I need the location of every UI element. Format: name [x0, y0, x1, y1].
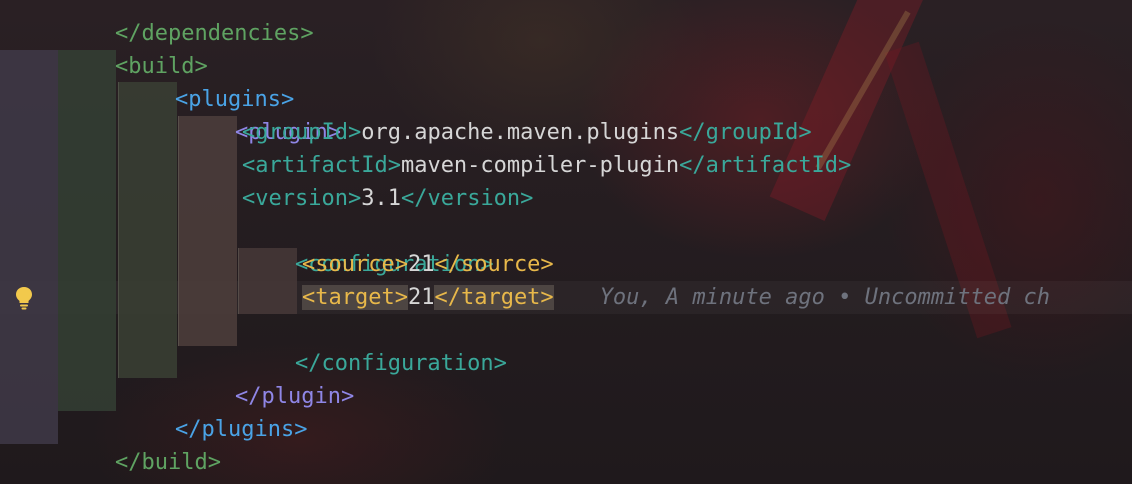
code-editor[interactable]: </dependencies> <build> <plugins> <plugi… — [0, 0, 1132, 484]
xml-tag: <source> — [302, 252, 408, 277]
background-art — [769, 0, 931, 221]
xml-value: maven-compiler-plugin — [400, 153, 680, 178]
xml-value: org.apache.maven.plugins — [361, 120, 680, 145]
code-line[interactable]: <build> — [62, 17, 208, 79]
xml-tag: </artifactId> — [679, 153, 852, 178]
code-line[interactable]: <groupId>org.apache.maven.plugins</group… — [242, 116, 812, 149]
xml-tag-matched: <target> — [302, 285, 408, 310]
code-line[interactable]: <source>21</source> — [302, 248, 554, 281]
code-line[interactable]: </build> — [62, 413, 221, 475]
xml-tag: <artifactId> — [242, 153, 401, 178]
xml-tag: <version> — [242, 186, 362, 211]
xml-tag: </groupId> — [679, 120, 812, 145]
background-art — [815, 10, 911, 170]
code-line[interactable]: <plugin> — [182, 83, 341, 145]
code-line[interactable]: </dependencies> — [62, 0, 314, 46]
xml-tag: </build> — [114, 450, 221, 475]
lightbulb-icon[interactable] — [12, 285, 36, 311]
code-line-current[interactable]: <target>21</target> You, A minute ago • U… — [302, 281, 1050, 314]
xml-tag: </source> — [434, 252, 554, 277]
code-line[interactable]: <artifactId>maven-compiler-plugin</artif… — [242, 149, 851, 182]
xml-value: 21 — [407, 252, 435, 277]
indent-guide — [0, 50, 58, 444]
code-line[interactable]: </plugin> — [182, 347, 354, 409]
code-line[interactable]: <configuration> — [242, 215, 494, 277]
xml-value: 3.1 — [361, 186, 401, 211]
code-line[interactable]: </plugins> — [122, 380, 307, 442]
code-line[interactable]: <plugins> — [122, 50, 294, 112]
code-line[interactable]: </configuration> — [242, 314, 507, 376]
xml-tag: <groupId> — [242, 120, 362, 145]
xml-tag: </version> — [400, 186, 534, 211]
xml-value: 21 — [407, 285, 435, 310]
xml-tag-matched: </target> — [434, 285, 554, 310]
code-line[interactable]: <version>3.1</version> — [242, 182, 533, 215]
git-blame-annotation[interactable]: You, A minute ago • Uncommitted ch — [600, 285, 1050, 310]
